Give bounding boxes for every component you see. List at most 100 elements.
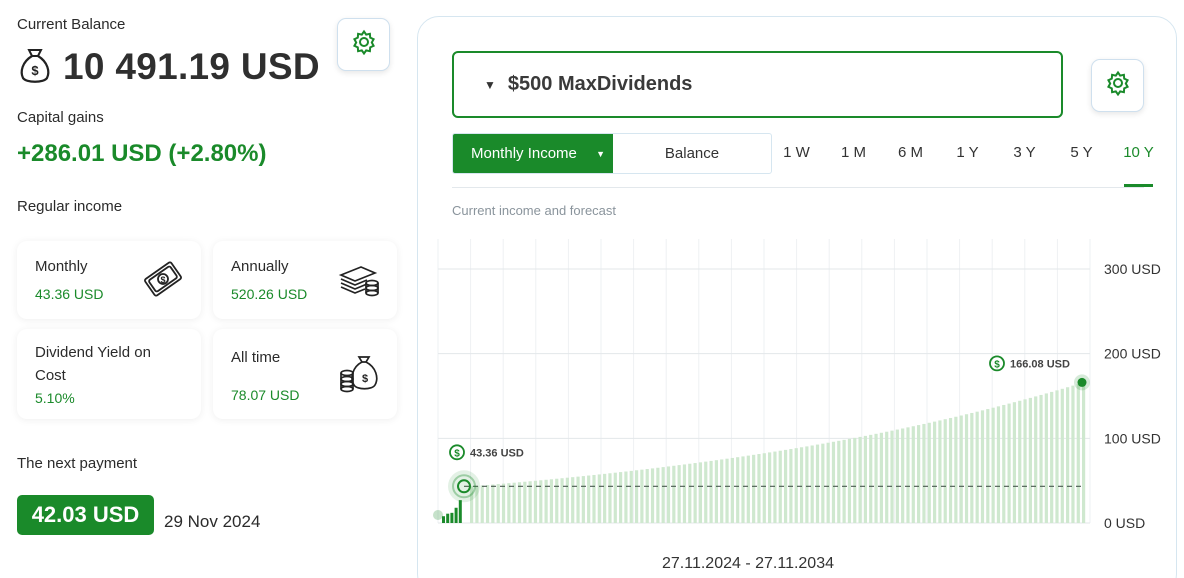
forecast-bar bbox=[571, 477, 575, 523]
period-tab-5y[interactable]: 5 Y bbox=[1053, 135, 1110, 187]
dividend-yield-card: Dividend Yield on Cost 5.10% bbox=[17, 329, 201, 419]
portfolio-select-value: $500 MaxDividends bbox=[507, 73, 693, 95]
forecast-bar bbox=[959, 415, 963, 523]
forecast-bar bbox=[682, 464, 687, 523]
period-tab-1w[interactable]: 1 W bbox=[768, 135, 825, 187]
period-tab-3y[interactable]: 3 Y bbox=[996, 135, 1053, 187]
chart-subtitle: Current income and forecast bbox=[452, 203, 617, 218]
forecast-bar bbox=[858, 436, 862, 523]
forecast-bar bbox=[555, 478, 559, 523]
forecast-bar bbox=[805, 446, 809, 523]
forecast-bar bbox=[746, 455, 750, 523]
forecast-bar bbox=[837, 440, 841, 523]
forecast-bar bbox=[831, 441, 836, 523]
forecast-bar bbox=[1060, 388, 1064, 523]
forecast-bar bbox=[773, 451, 777, 523]
forecast-bar bbox=[523, 481, 527, 523]
forecast-bar bbox=[496, 484, 500, 523]
forecast-bar bbox=[885, 431, 889, 523]
forecast-bar bbox=[932, 421, 937, 523]
forecast-bar bbox=[1066, 387, 1070, 523]
forecast-bar bbox=[512, 482, 516, 523]
dividend-yield-value: 5.10% bbox=[35, 390, 75, 406]
forecast-bar bbox=[901, 428, 905, 523]
forecast-bar bbox=[810, 445, 814, 523]
next-payment-date: 29 Nov 2024 bbox=[164, 512, 261, 531]
forecast-bar bbox=[1018, 400, 1022, 523]
forecast-bar bbox=[991, 407, 995, 523]
forecast-bar bbox=[592, 474, 596, 523]
forecast-bar bbox=[1082, 382, 1086, 523]
account-summary-panel: Current Balance $ 10 491.19 USD Capital … bbox=[0, 0, 410, 578]
forecast-bar bbox=[821, 443, 825, 523]
forecast-bar bbox=[565, 477, 569, 523]
forecast-bar bbox=[986, 409, 990, 523]
forecast-bar bbox=[1028, 397, 1032, 523]
forecast-bar bbox=[720, 459, 724, 523]
dollar-sign-glyph: $ bbox=[994, 359, 1000, 370]
forecast-bar bbox=[1071, 385, 1075, 523]
forecast-bar bbox=[485, 484, 490, 523]
forecast-bar bbox=[714, 460, 718, 523]
forecast-bar bbox=[640, 469, 644, 523]
chart-settings-button[interactable] bbox=[1091, 59, 1144, 112]
forecast-bar bbox=[501, 483, 506, 523]
forecast-bar bbox=[975, 411, 979, 523]
historical-bar bbox=[458, 500, 462, 523]
forecast-bar bbox=[1076, 384, 1080, 523]
forecast-bar bbox=[890, 430, 894, 523]
money-stack-icon bbox=[337, 261, 381, 304]
balance-settings-button[interactable] bbox=[337, 18, 390, 71]
svg-text:$: $ bbox=[160, 275, 165, 285]
balance-mode-button[interactable]: Balance bbox=[613, 134, 771, 173]
forecast-bar bbox=[1023, 399, 1027, 523]
y-tick-label: 200 USD bbox=[1104, 346, 1161, 362]
forecast-bar bbox=[741, 456, 745, 523]
forecast-bar bbox=[650, 468, 655, 523]
money-bag-icon: $ bbox=[337, 351, 381, 400]
balance-mode-label: Balance bbox=[664, 145, 720, 162]
dollar-sign-glyph: $ bbox=[454, 448, 460, 459]
caret-down-icon: ▼ bbox=[484, 77, 496, 92]
monthly-income-mode-button[interactable]: Monthly Income ▼ bbox=[453, 134, 613, 173]
y-tick-label: 100 USD bbox=[1104, 430, 1161, 446]
period-tab-1y[interactable]: 1 Y bbox=[939, 135, 996, 187]
forecast-bar bbox=[1002, 404, 1006, 523]
forecast-bar bbox=[927, 422, 931, 523]
forecast-bar bbox=[629, 470, 633, 523]
banknote-icon: $ bbox=[141, 259, 185, 306]
forecast-bar bbox=[906, 427, 910, 523]
historical-bar bbox=[450, 512, 454, 523]
end-value-label: 166.08 USD bbox=[1010, 358, 1070, 370]
chart-mode-toggle: Monthly Income ▼ Balance bbox=[452, 133, 772, 174]
forecast-bar bbox=[922, 423, 926, 523]
forecast-bar bbox=[624, 471, 628, 523]
caret-down-icon: ▼ bbox=[596, 148, 605, 159]
forecast-bar bbox=[1044, 393, 1048, 523]
forecast-bar bbox=[613, 472, 617, 523]
forecast-bar bbox=[879, 432, 883, 523]
tabs-divider bbox=[452, 187, 1144, 188]
forecast-bar bbox=[672, 465, 676, 523]
forecast-bar bbox=[1034, 396, 1038, 523]
period-tab-1m[interactable]: 1 M bbox=[825, 135, 882, 187]
forecast-bar bbox=[709, 460, 713, 523]
period-tab-6m[interactable]: 6 M bbox=[882, 135, 939, 187]
forecast-bar bbox=[693, 463, 697, 523]
date-range-label: 27.11.2024 - 27.11.2034 bbox=[662, 555, 834, 572]
monthly-income-card: Monthly 43.36 USD $ bbox=[17, 241, 201, 319]
monthly-value: 43.36 USD bbox=[35, 286, 104, 302]
forecast-bar bbox=[826, 442, 830, 523]
annual-income-card: Annually 520.26 USD bbox=[213, 241, 397, 319]
period-tab-10y[interactable]: 10 Y bbox=[1110, 135, 1167, 187]
income-forecast-chart: 0 USD 100 USD 200 USD 300 USD $ 43.36 USD $ 166… bbox=[433, 239, 1161, 531]
forecast-bar bbox=[1039, 394, 1043, 523]
forecast-bar bbox=[597, 474, 601, 523]
forecast-bar bbox=[964, 414, 969, 523]
forecast-bar bbox=[783, 449, 788, 523]
end-marker-dot bbox=[1077, 377, 1087, 387]
forecast-bar bbox=[970, 412, 974, 523]
forecast-bar bbox=[874, 433, 878, 523]
regular-income-label: Regular income bbox=[17, 198, 123, 215]
portfolio-select[interactable]: ▼ $500 MaxDividends bbox=[452, 51, 1063, 118]
